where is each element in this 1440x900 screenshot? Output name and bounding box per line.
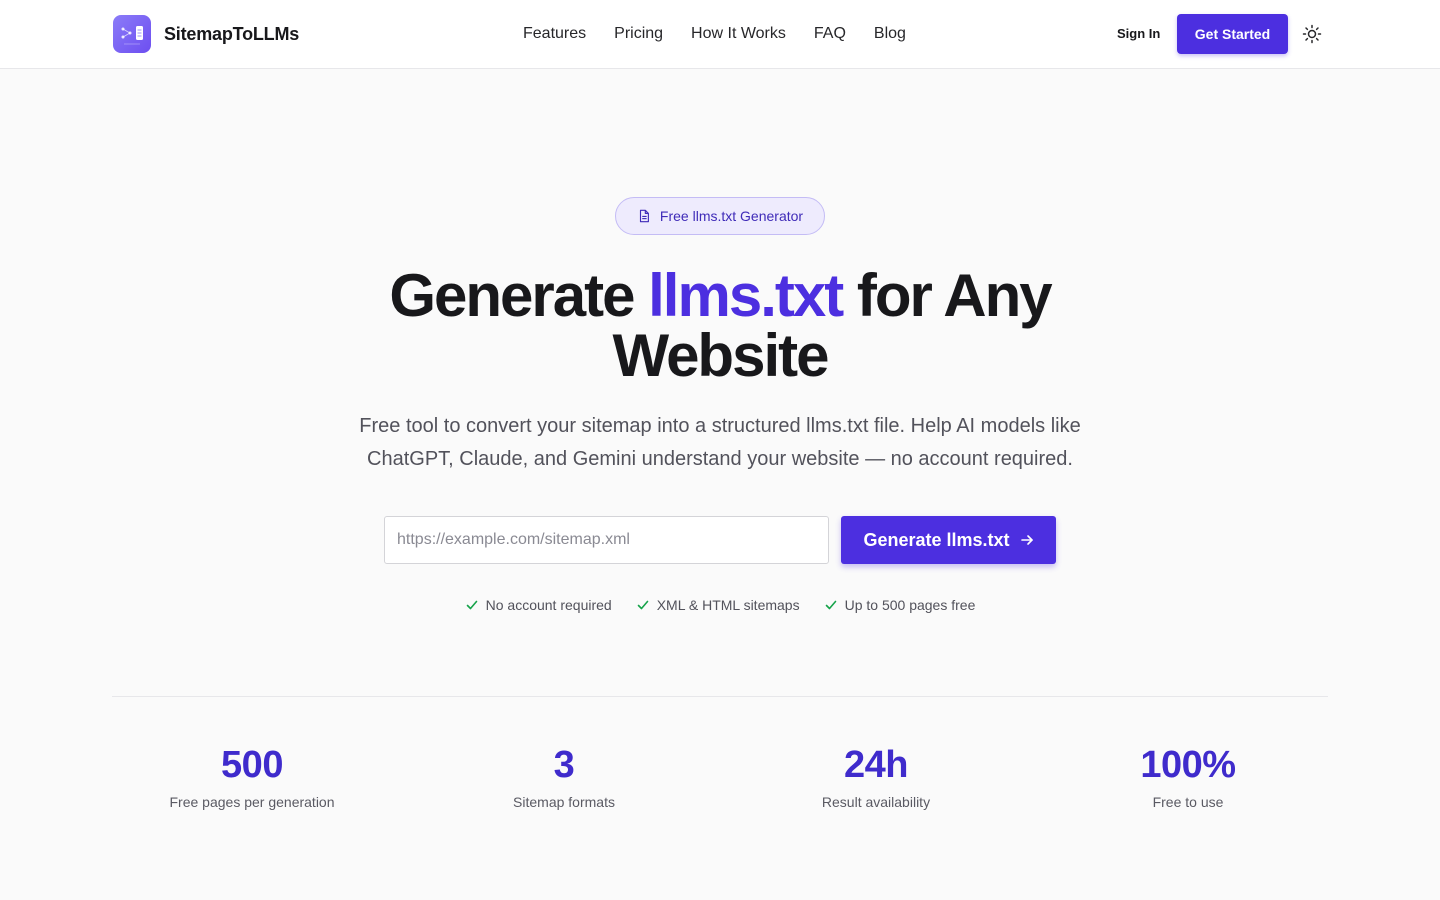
sitemap-logo-icon [113,15,151,53]
stat-label: Result availability [821,794,931,810]
stat-value: 500 [221,744,283,786]
stat-value: 100% [1140,744,1236,786]
main-nav: Features Pricing How It Works FAQ Blog [523,24,934,44]
feature-item: Up to 500 pages free [824,597,976,613]
page-title: Generate llms.txt for Any Website [320,266,1120,386]
check-icon [466,600,477,610]
sun-icon[interactable] [1302,24,1322,44]
get-started-button[interactable]: Get Started [1177,14,1288,54]
section-divider [112,696,1328,697]
stat-value: 3 [553,744,575,786]
nav-blog[interactable]: Blog [874,24,906,44]
stat-sitemap-formats: 3 Sitemap formats [408,743,720,810]
site-header: SitemapToLLMs Features Pricing How It Wo… [0,0,1440,69]
stat-free-to-use: 100% Free to use [1032,743,1344,810]
generate-button[interactable]: Generate llms.txt [841,516,1056,564]
title-accent: llms.txt [648,262,844,329]
generate-button-label: Generate llms.txt [863,529,1010,550]
feature-label: No account required [485,597,612,613]
feature-item: No account required [465,597,612,613]
brand-name: SitemapToLLMs [164,23,300,44]
nav-how-it-works[interactable]: How It Works [691,24,786,44]
free-generator-badge: Free llms.txt Generator [615,197,825,235]
brand-logo[interactable]: SitemapToLLMs [113,15,299,53]
check-icon [825,600,836,610]
nav-features[interactable]: Features [523,24,586,44]
feature-item: XML & HTML sitemaps [636,597,800,613]
feature-label: XML & HTML sitemaps [656,597,800,613]
arrow-right-icon [1020,535,1033,545]
title-part-1: Generate [389,262,649,329]
nav-faq[interactable]: FAQ [814,24,846,44]
sign-in-link[interactable]: Sign In [1117,26,1160,41]
stat-label: Sitemap formats [513,794,615,810]
nav-pricing[interactable]: Pricing [614,24,663,44]
check-icon [637,600,649,610]
stat-free-pages: 500 Free pages per generation [96,743,408,810]
stat-label: Free to use [1152,794,1224,810]
stat-label: Free pages per generation [169,794,335,810]
file-text-icon [639,209,649,223]
sitemap-url-input[interactable] [384,516,829,564]
badge-label: Free llms.txt Generator [659,208,804,224]
hero-subtitle: Free tool to convert your sitemap into a… [359,415,1081,470]
stat-result-availability: 24h Result availability [720,743,1032,810]
feature-label: Up to 500 pages free [844,597,976,613]
feature-list: No account required XML & HTML sitemaps … [0,597,1440,613]
stat-value: 24h [844,744,908,786]
